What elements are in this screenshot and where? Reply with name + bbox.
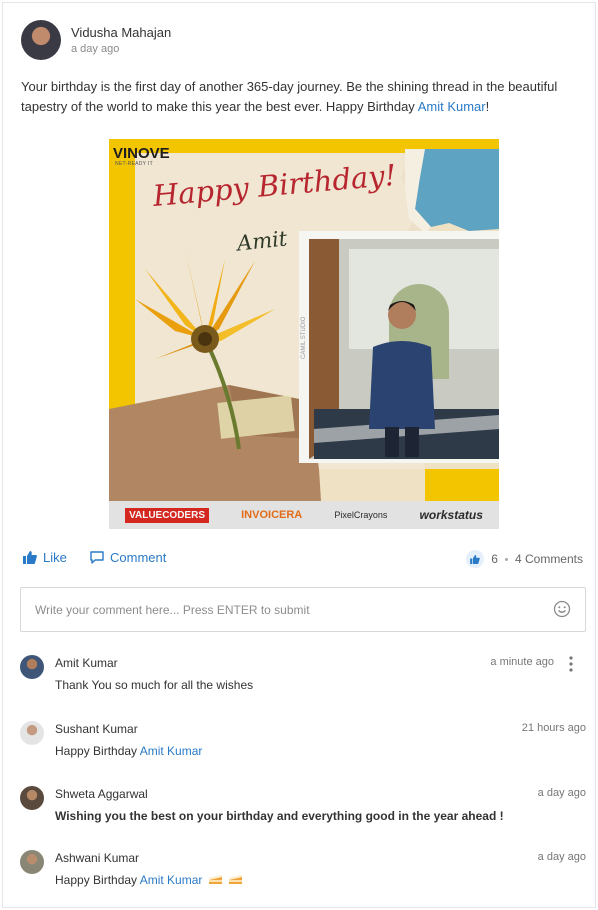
like-button[interactable]: Like [23,550,67,565]
smiley-icon[interactable] [553,600,571,618]
mention-link[interactable]: Amit Kumar [418,99,486,114]
invoicera-logo: INVOICERA [241,509,303,521]
author-name[interactable]: Vidusha Mahajan [71,25,171,40]
post-stats: 6 4 Comments [466,550,583,568]
comment-time: a day ago [537,787,586,799]
commenter-name[interactable]: Amit Kumar [55,656,118,670]
mention-link[interactable]: Amit Kumar [140,873,203,887]
comment-text-body: Happy Birthday [55,744,140,758]
comment-time: a minute ago [490,656,554,668]
separator-dot [504,557,508,561]
cake-icon [208,875,222,884]
comment-time: a day ago [537,851,586,863]
comment-label: Comment [110,550,167,565]
comment-button[interactable]: Comment [90,550,166,565]
more-options-icon[interactable] [565,655,577,673]
vinove-tagline: NET-READY IT [115,161,153,167]
commenter-avatar[interactable] [20,850,44,874]
comment-item: Amit Kumar Thank You so much for all the… [20,655,586,711]
commenter-avatar[interactable] [20,721,44,745]
comments-count[interactable]: 4 Comments [515,552,583,566]
comment-text-body: Happy Birthday [55,873,140,887]
comment-text: Happy Birthday Amit Kumar [55,744,202,758]
like-count[interactable]: 6 [491,552,498,566]
post-text-end: ! [485,99,490,114]
pixelcrayons-logo: PixelCrayons [334,510,388,520]
workstatus-logo: workstatus [419,508,483,522]
commenter-avatar[interactable] [20,655,44,679]
comment-input[interactable] [35,588,535,631]
author-avatar[interactable] [21,20,61,60]
comment-item: Sushant Kumar Happy Birthday Amit Kumar … [20,721,586,777]
commenter-name[interactable]: Ashwani Kumar [55,851,139,865]
post-text: Your birthday is the first day of anothe… [21,77,581,117]
commenter-name[interactable]: Shweta Aggarwal [55,787,148,801]
birthday-image[interactable]: CAMIL STUDIO VINOVE NET-READY IT Happy B… [109,139,499,529]
valuecoders-logo: VALUECODERS [125,507,209,523]
post-card: Vidusha Mahajan a day ago Your birthday … [2,2,596,908]
comment-text: Happy Birthday Amit Kumar [55,873,243,887]
like-count-icon [466,550,485,568]
commenter-name[interactable]: Sushant Kumar [55,722,138,736]
cake-icon [229,875,243,884]
thumbs-up-icon [23,551,37,564]
sponsor-strip: VALUECODERS INVOICERA PixelCrayons works… [109,501,499,529]
vinove-logo: VINOVE [113,145,170,162]
comment-item: Ashwani Kumar Happy Birthday Amit Kumar … [20,850,586,906]
comment-text: Wishing you the best on your birthday an… [55,809,504,823]
post-time: a day ago [71,43,120,55]
comment-text: Thank You so much for all the wishes [55,678,254,692]
mention-link[interactable]: Amit Kumar [140,744,203,758]
svg-text:CAMIL STUDIO: CAMIL STUDIO [301,316,307,359]
comment-box [20,587,586,632]
comment-time: 21 hours ago [521,722,586,734]
like-label: Like [43,550,67,565]
commenter-avatar[interactable] [20,786,44,810]
comment-item: Shweta Aggarwal Wishing you the best on … [20,786,586,842]
comment-icon [90,551,104,564]
